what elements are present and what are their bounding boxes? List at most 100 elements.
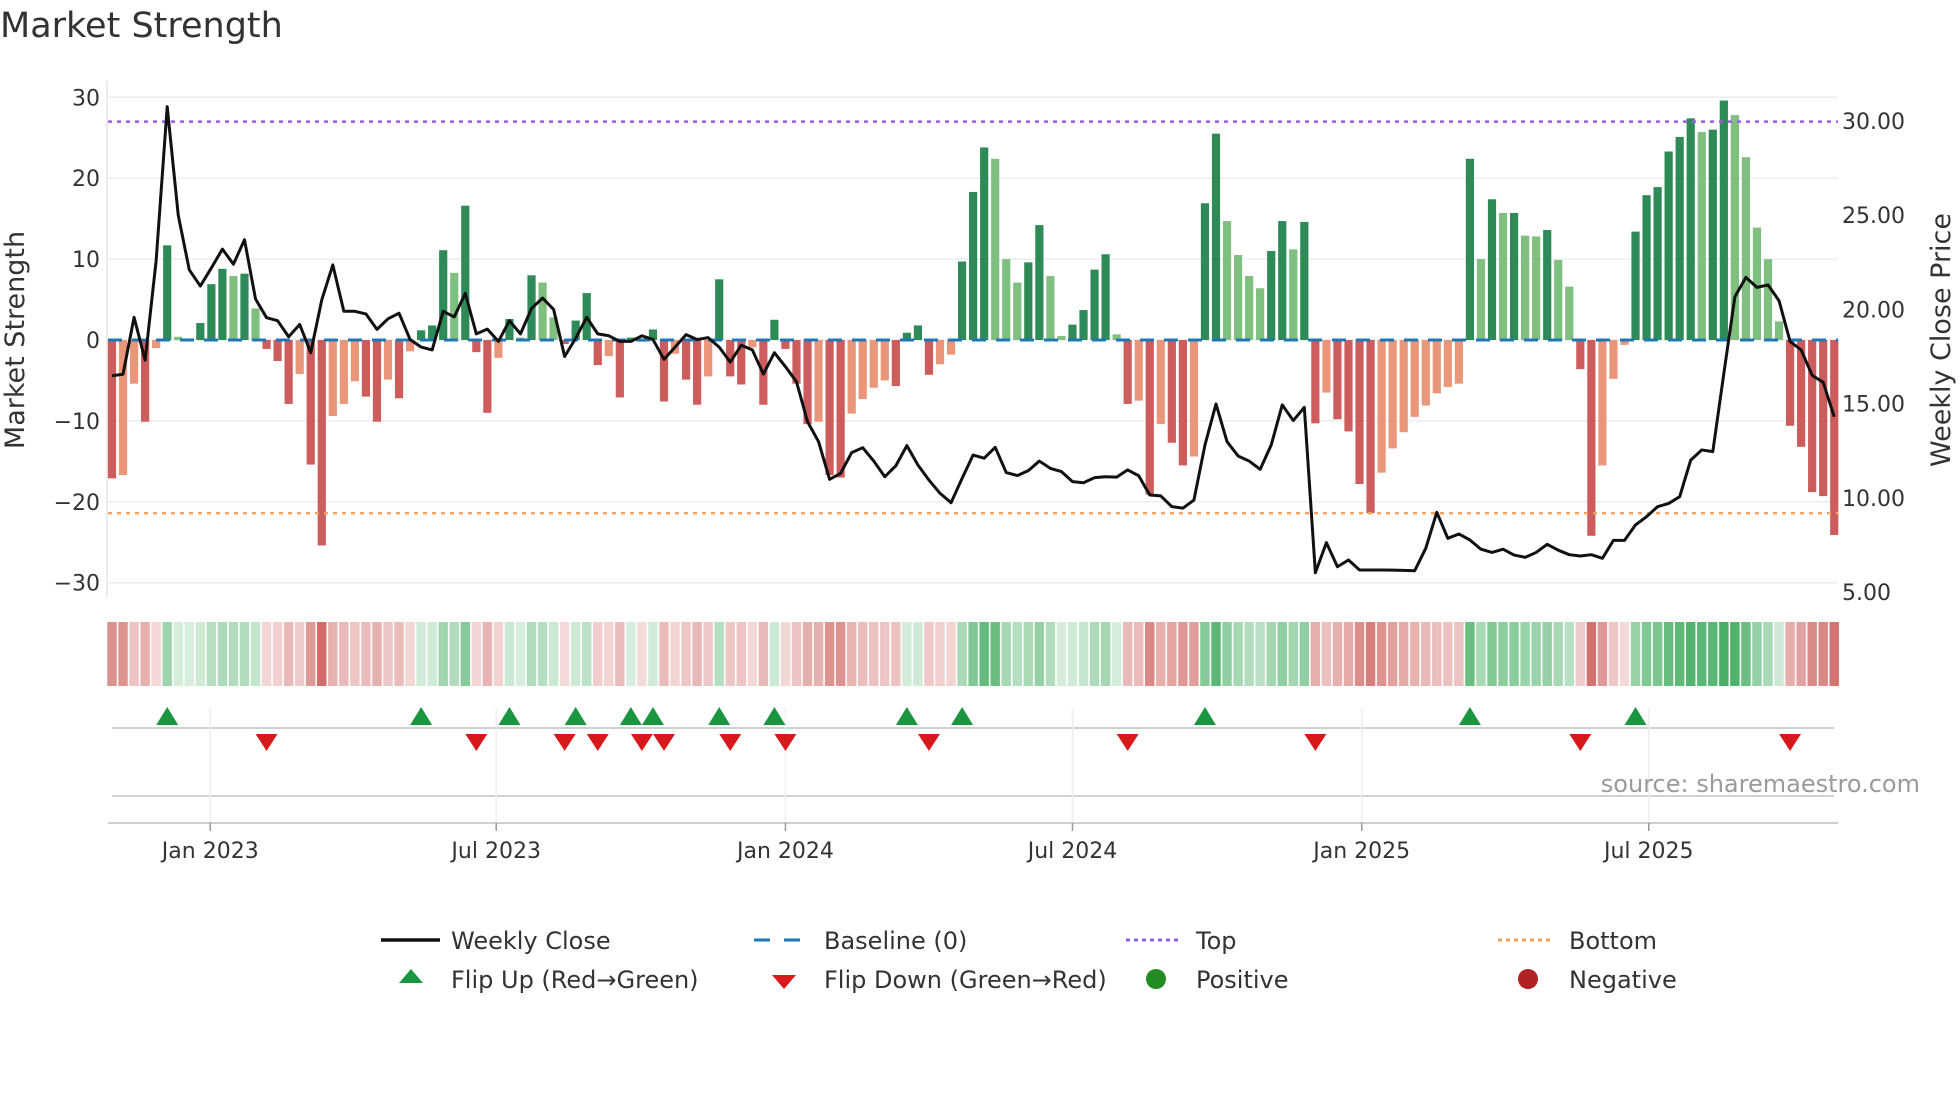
strength-heat-cell — [361, 622, 371, 686]
strength-heat-cell — [1443, 622, 1453, 686]
strength-heat-cell — [570, 622, 581, 686]
strength-heat-cell — [1564, 622, 1574, 686]
bar-positive — [1079, 310, 1088, 340]
strength-heat-cell — [957, 622, 967, 686]
bar-negative — [1598, 340, 1607, 466]
strength-heat-cell — [1012, 622, 1022, 686]
y-tick-label: 20 — [72, 167, 100, 192]
bar-positive — [1068, 324, 1077, 340]
y2-tick-label: 25.00 — [1842, 204, 1905, 229]
strength-heat-cell — [902, 622, 912, 686]
strength-heat-cell — [659, 622, 669, 686]
bar-positive — [1013, 282, 1022, 340]
strength-heat-cell — [725, 622, 735, 686]
bar-negative — [1145, 340, 1154, 495]
strength-heat-cell — [1465, 622, 1475, 686]
strength-heat-cell — [791, 622, 802, 686]
flip-up-marker — [498, 707, 521, 725]
bar-positive — [1653, 187, 1662, 340]
legend: Weekly Close Baseline (0) Top Bottom Flip Up… — [381, 927, 1677, 994]
strength-heat-cell — [1719, 622, 1729, 686]
strength-heat-cell — [151, 622, 161, 686]
bar-positive — [1498, 212, 1508, 340]
strength-heat-cell — [1332, 622, 1343, 686]
y-tick-label: −10 — [54, 410, 100, 435]
strength-heat-cell — [968, 622, 978, 686]
bar-positive — [1697, 132, 1706, 340]
strength-heat-cell — [813, 622, 824, 686]
bar-positive — [1554, 259, 1563, 340]
strength-heat-cell — [1818, 622, 1828, 686]
bar-positive — [969, 191, 978, 340]
legend-positive-icon — [1146, 969, 1166, 989]
bar-negative — [1576, 340, 1585, 370]
bar-negative — [1454, 340, 1463, 384]
bar-positive — [1675, 136, 1684, 340]
y-tick-label: 10 — [72, 248, 100, 273]
strength-heat-cell — [604, 622, 614, 686]
x-tick-label: Jul 2025 — [1602, 839, 1694, 864]
y2-tick-label: 20.00 — [1842, 298, 1905, 323]
bar-positive — [1664, 151, 1673, 340]
strength-heat-cell — [846, 622, 857, 686]
strength-heat-cell — [1542, 622, 1552, 686]
strength-heat-cell — [736, 622, 746, 686]
strength-heat-cell — [162, 622, 172, 686]
strength-heat-cell — [548, 622, 559, 686]
bar-positive — [1532, 236, 1541, 340]
strength-heat-cell — [869, 622, 879, 686]
strength-heat-cell — [1200, 622, 1210, 686]
bar-negative — [284, 340, 293, 404]
bar-negative — [383, 340, 393, 380]
strength-heat-cell — [769, 622, 780, 686]
strength-heat-cell — [979, 622, 989, 686]
strength-heat-cell — [1697, 622, 1707, 686]
flip-up-marker — [156, 707, 179, 725]
strength-heat-cell — [283, 622, 294, 686]
strength-heat-cell — [990, 622, 1000, 686]
bar-negative — [1432, 340, 1441, 394]
strength-heat-cell — [1432, 622, 1442, 686]
strength-heat-cell — [1454, 622, 1464, 686]
strength-heat-cell — [1708, 622, 1718, 686]
bar-negative — [1333, 340, 1342, 420]
bar-positive — [461, 205, 470, 340]
bar-positive — [538, 282, 547, 340]
y-axis-label: Market Strength — [0, 231, 31, 449]
bar-negative — [847, 340, 856, 414]
bar-negative — [858, 340, 867, 400]
bar-positive — [218, 268, 227, 340]
legend-flip-down-label: Flip Down (Green→Red) — [824, 966, 1107, 994]
strength-heat-cell — [1222, 622, 1232, 686]
strength-heat-cell — [1255, 622, 1265, 686]
strength-heat-cell — [935, 622, 945, 686]
strength-heat-cell — [1156, 622, 1166, 686]
bar-positive — [1278, 221, 1287, 340]
x-tick-label: Jan 2023 — [160, 839, 259, 864]
strength-heat-cell — [1233, 622, 1243, 686]
strength-heat-cell — [1531, 622, 1541, 686]
strength-heat-cell — [1167, 622, 1177, 686]
legend-positive-label: Positive — [1196, 966, 1289, 994]
strength-heat-cell — [1619, 622, 1630, 686]
bar-positive — [1543, 229, 1552, 340]
bar-negative — [372, 340, 382, 422]
bar-negative — [869, 340, 878, 388]
strength-heat-cell — [206, 622, 217, 686]
bar-negative — [891, 340, 900, 387]
strength-heat-cell — [824, 622, 835, 686]
legend-negative-icon — [1518, 969, 1538, 989]
flip-up-marker — [895, 707, 918, 725]
strength-heat-cell — [835, 622, 846, 686]
bar-positive — [196, 323, 205, 340]
flip-down-marker — [255, 734, 278, 751]
strength-heat-cell — [681, 622, 691, 686]
strength-heat-cell — [1178, 622, 1188, 686]
strength-heat-cell — [526, 622, 537, 686]
strength-heat-cell — [1663, 622, 1674, 686]
bar-negative — [295, 340, 304, 374]
flip-down-marker — [630, 734, 653, 751]
bar-negative — [704, 340, 713, 377]
strength-heat-cell — [648, 622, 658, 686]
bar-negative — [1808, 340, 1817, 493]
